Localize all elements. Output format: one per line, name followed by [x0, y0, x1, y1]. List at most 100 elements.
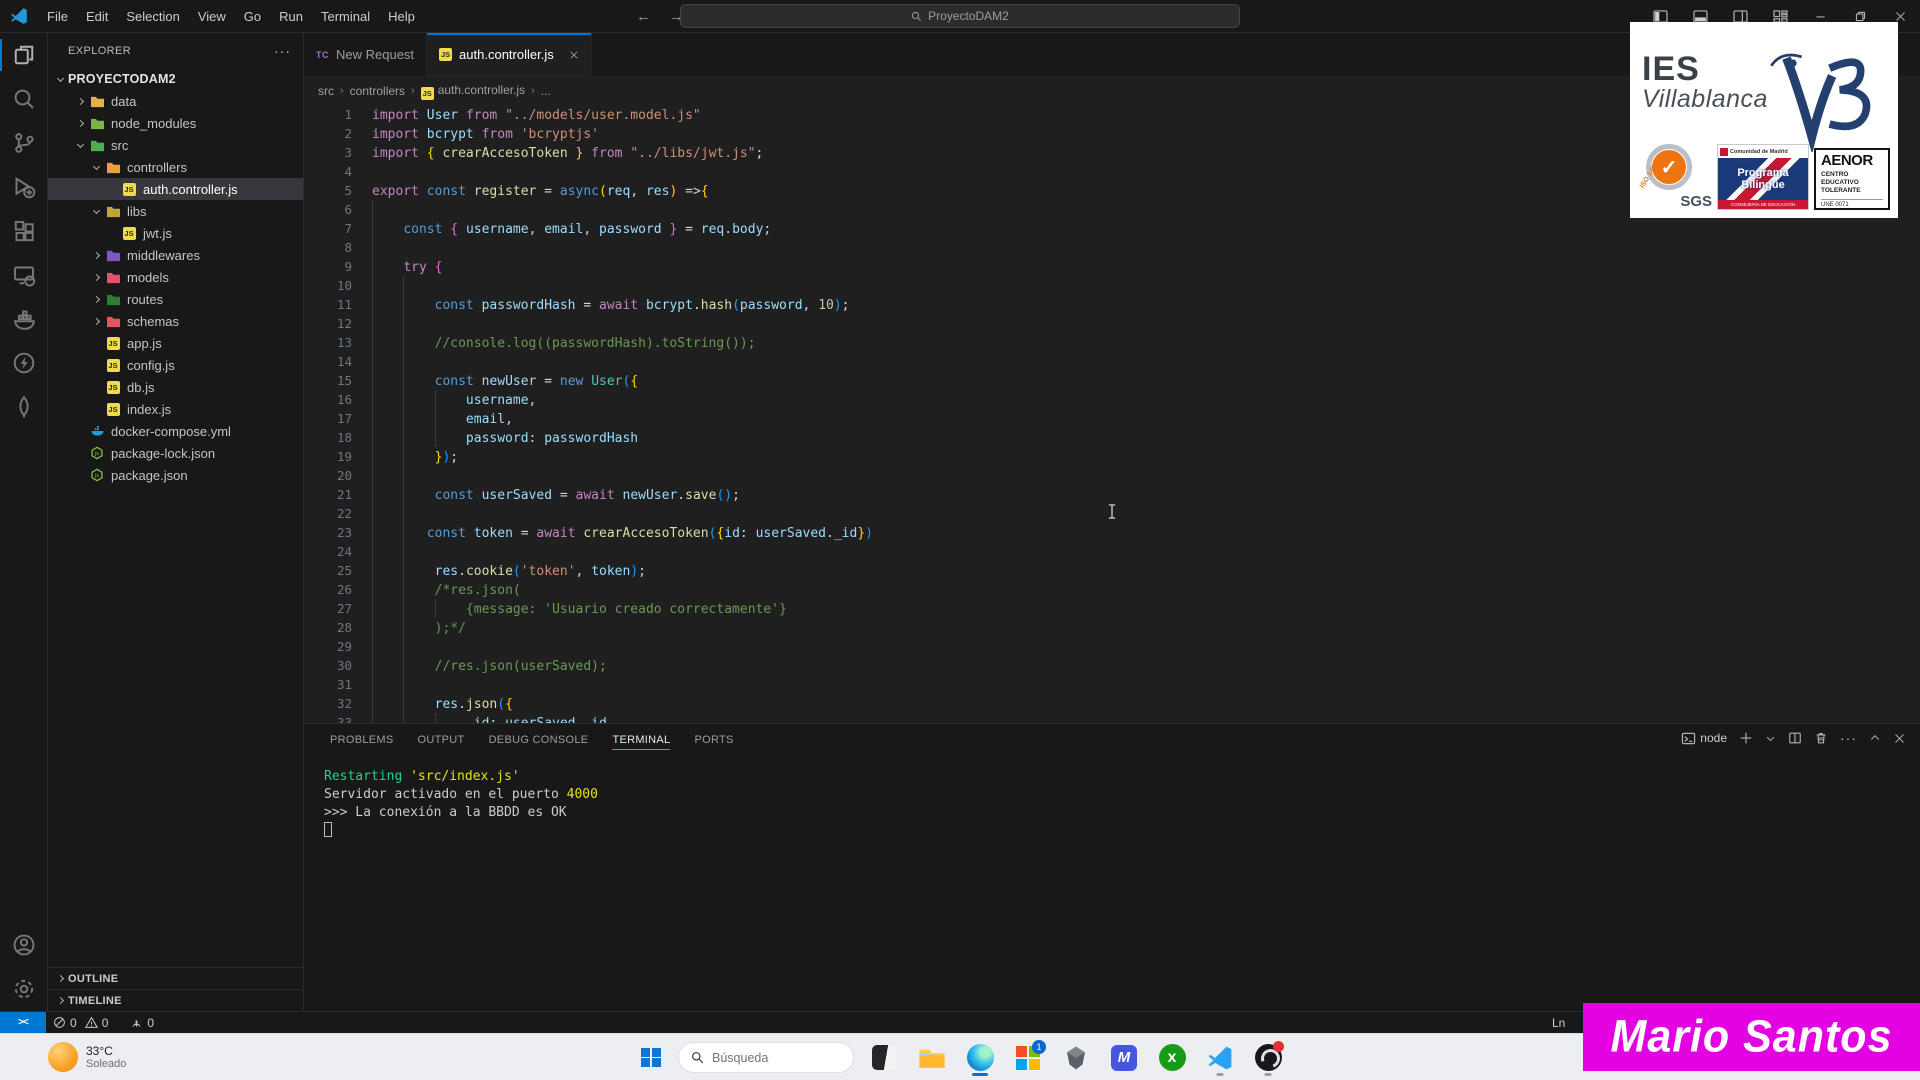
- taskbar-xbox-icon[interactable]: x: [1152, 1038, 1192, 1078]
- activity-settings-gear-icon[interactable]: [0, 967, 48, 1011]
- code-line-32[interactable]: 32 res.json({: [304, 694, 1920, 713]
- menu-edit[interactable]: Edit: [77, 5, 117, 28]
- tree-item-data[interactable]: data: [48, 90, 303, 112]
- panel-tab-output[interactable]: OUTPUT: [408, 728, 475, 752]
- code-line-27[interactable]: 27 {message: 'Usuario creado correctamen…: [304, 599, 1920, 618]
- tree-item-config-js[interactable]: JS config.js: [48, 354, 303, 376]
- sidebar-section-outline[interactable]: OUTLINE: [48, 967, 303, 989]
- code-line-30[interactable]: 30 //res.json(userSaved);: [304, 656, 1920, 675]
- code-line-7[interactable]: 7 const { username, email, password } = …: [304, 219, 1920, 238]
- tree-item-db-js[interactable]: JS db.js: [48, 376, 303, 398]
- code-line-23[interactable]: 23 const token = await crearAccesoToken(…: [304, 523, 1920, 542]
- terminal-output[interactable]: Restarting 'src/index.js' Servidor activa…: [324, 768, 598, 840]
- start-button[interactable]: [634, 1041, 668, 1075]
- taskbar-store-icon[interactable]: 1: [1008, 1038, 1048, 1078]
- activity-docker-icon[interactable]: [0, 297, 48, 341]
- tab-new-request[interactable]: TC New Request: [304, 33, 428, 76]
- breadcrumb-item[interactable]: controllers: [350, 84, 405, 98]
- tree-item-app-js[interactable]: JS app.js: [48, 332, 303, 354]
- tab-auth-controller-js[interactable]: JS auth.controller.js: [427, 33, 592, 76]
- code-line-28[interactable]: 28 );*/: [304, 618, 1920, 637]
- more-icon[interactable]: ···: [1840, 730, 1857, 746]
- tree-item-schemas[interactable]: schemas: [48, 310, 303, 332]
- taskbar-search[interactable]: [678, 1042, 854, 1073]
- code-line-24[interactable]: 24: [304, 542, 1920, 561]
- code-line-20[interactable]: 20: [304, 466, 1920, 485]
- taskbar-search-input[interactable]: [712, 1050, 832, 1065]
- menu-go[interactable]: Go: [235, 5, 270, 28]
- activity-thunder-client-icon[interactable]: [0, 341, 48, 385]
- menu-view[interactable]: View: [189, 5, 235, 28]
- split-terminal-icon[interactable]: [1788, 731, 1802, 745]
- tab-close-icon[interactable]: [569, 50, 579, 60]
- code-line-8[interactable]: 8: [304, 238, 1920, 257]
- code-line-29[interactable]: 29: [304, 637, 1920, 656]
- code-line-25[interactable]: 25 res.cookie('token', token);: [304, 561, 1920, 580]
- code-line-13[interactable]: 13 //console.log((passwordHash).toString…: [304, 333, 1920, 352]
- taskbar-dark-tile-app-icon[interactable]: [864, 1038, 904, 1078]
- weather-widget[interactable]: 33°C Soleado: [48, 1042, 126, 1072]
- breadcrumb-item[interactable]: JS auth.controller.js: [420, 83, 525, 100]
- explorer-more-icon[interactable]: ···: [274, 43, 291, 59]
- sidebar-section-timeline[interactable]: TIMELINE: [48, 989, 303, 1011]
- code-line-11[interactable]: 11 const passwordHash = await bcrypt.has…: [304, 295, 1920, 314]
- activity-search-icon[interactable]: [0, 77, 48, 121]
- code-line-12[interactable]: 12: [304, 314, 1920, 333]
- menu-run[interactable]: Run: [270, 5, 312, 28]
- taskbar-edge-icon[interactable]: [960, 1038, 1000, 1078]
- taskbar-file-explorer-icon[interactable]: [912, 1038, 952, 1078]
- tree-item-middlewares[interactable]: middlewares: [48, 244, 303, 266]
- cursor-position-status[interactable]: Ln: [1552, 1016, 1565, 1030]
- panel-tab-terminal[interactable]: TERMINAL: [602, 728, 680, 752]
- activity-mongodb-icon[interactable]: [0, 385, 48, 429]
- menu-terminal[interactable]: Terminal: [312, 5, 379, 28]
- activity-files-icon[interactable]: [0, 33, 48, 77]
- tree-item-controllers[interactable]: controllers: [48, 156, 303, 178]
- tree-item-libs[interactable]: libs: [48, 200, 303, 222]
- code-line-17[interactable]: 17 email,: [304, 409, 1920, 428]
- code-line-33[interactable]: 33 _id: userSaved._id,: [304, 713, 1920, 723]
- activity-account-icon[interactable]: [0, 923, 48, 967]
- menu-selection[interactable]: Selection: [117, 5, 188, 28]
- new-terminal-icon[interactable]: [1739, 731, 1753, 745]
- tree-item-index-js[interactable]: JS index.js: [48, 398, 303, 420]
- command-center-search[interactable]: ProyectoDAM2: [680, 4, 1240, 28]
- tree-item-jwt-js[interactable]: JS jwt.js: [48, 222, 303, 244]
- breadcrumb-item[interactable]: ...: [541, 84, 551, 98]
- tree-item-node-modules[interactable]: node_modules: [48, 112, 303, 134]
- panel-tab-problems[interactable]: PROBLEMS: [320, 728, 404, 752]
- code-line-18[interactable]: 18 password: passwordHash: [304, 428, 1920, 447]
- code-line-15[interactable]: 15 const newUser = new User({: [304, 371, 1920, 390]
- panel-tab-ports[interactable]: PORTS: [684, 728, 743, 752]
- tree-item-src[interactable]: src: [48, 134, 303, 156]
- chevron-up-icon[interactable]: [1869, 732, 1881, 744]
- code-line-19[interactable]: 19 });: [304, 447, 1920, 466]
- code-line-10[interactable]: 10: [304, 276, 1920, 295]
- tree-item-docker-compose-yml[interactable]: docker-compose.yml: [48, 420, 303, 442]
- code-line-16[interactable]: 16 username,: [304, 390, 1920, 409]
- nav-back-icon[interactable]: ←: [636, 8, 651, 25]
- remote-indicator[interactable]: ><: [0, 1011, 46, 1034]
- taskbar-obs-icon[interactable]: [1248, 1038, 1288, 1078]
- breadcrumb-item[interactable]: src: [318, 84, 334, 98]
- tree-item-package-lock-json[interactable]: js package-lock.json: [48, 442, 303, 464]
- taskbar-medal-app-icon[interactable]: M: [1104, 1038, 1144, 1078]
- close-icon[interactable]: [1893, 732, 1906, 745]
- tree-root-folder[interactable]: PROYECTODAM2: [48, 68, 303, 90]
- code-line-31[interactable]: 31: [304, 675, 1920, 694]
- code-line-21[interactable]: 21 const userSaved = await newUser.save(…: [304, 485, 1920, 504]
- activity-extensions-icon[interactable]: [0, 209, 48, 253]
- activity-run-debug-icon[interactable]: [0, 165, 48, 209]
- code-line-14[interactable]: 14: [304, 352, 1920, 371]
- tree-item-auth-controller-js[interactable]: JS auth.controller.js: [48, 178, 303, 200]
- code-line-26[interactable]: 26 /*res.json(: [304, 580, 1920, 599]
- code-line-9[interactable]: 9 try {: [304, 257, 1920, 276]
- problems-status[interactable]: 0 0: [46, 1012, 115, 1034]
- panel-tab-debug-console[interactable]: DEBUG CONSOLE: [479, 728, 599, 752]
- menu-help[interactable]: Help: [379, 5, 424, 28]
- tree-item-package-json[interactable]: js package.json: [48, 464, 303, 486]
- trash-icon[interactable]: [1814, 731, 1828, 745]
- tree-item-models[interactable]: models: [48, 266, 303, 288]
- menu-file[interactable]: File: [38, 5, 77, 28]
- code-line-22[interactable]: 22: [304, 504, 1920, 523]
